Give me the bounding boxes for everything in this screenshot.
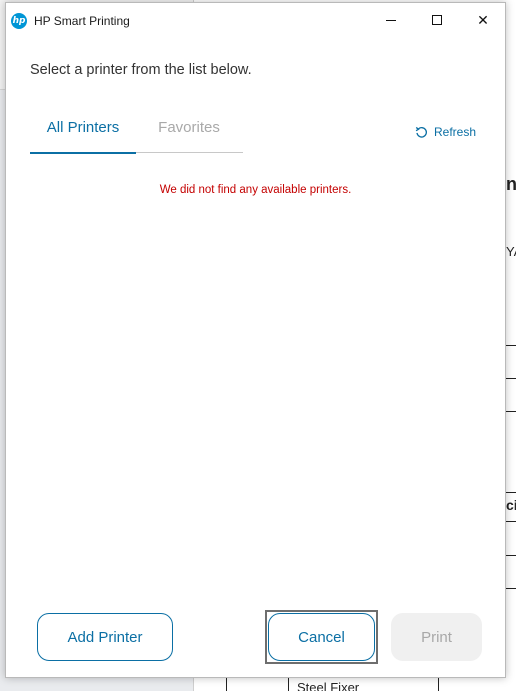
cancel-button[interactable]: Cancel	[268, 613, 375, 661]
refresh-button[interactable]: Refresh	[414, 123, 476, 141]
tab-favorites[interactable]: Favorites	[136, 111, 242, 153]
background-table-line	[506, 555, 516, 556]
print-button[interactable]: Print	[391, 613, 482, 661]
minimize-icon	[386, 19, 396, 21]
background-table-line	[506, 378, 516, 379]
background-table-line	[506, 345, 516, 346]
background-table-line	[438, 678, 439, 691]
maximize-icon	[432, 15, 442, 25]
tab-label: Favorites	[158, 119, 220, 136]
instruction-text: Select a printer from the list below.	[30, 62, 252, 78]
empty-state-message: We did not find any available printers.	[159, 184, 352, 196]
title-bar[interactable]: hp HP Smart Printing ✕	[6, 3, 505, 37]
printer-tabs: All Printers Favorites	[30, 111, 243, 154]
add-printer-button[interactable]: Add Printer	[37, 613, 173, 661]
close-icon: ✕	[477, 11, 489, 28]
background-table-line	[506, 588, 516, 589]
hp-smart-printing-dialog: hp HP Smart Printing ✕ Select a printer …	[5, 2, 506, 678]
background-text: Steel Fixer	[297, 680, 360, 691]
maximize-button[interactable]	[414, 3, 460, 37]
background-text: cit	[506, 497, 516, 513]
background-table-line	[288, 678, 289, 691]
background-text: nt	[506, 174, 516, 194]
background-table-line	[506, 411, 516, 412]
refresh-icon	[415, 126, 427, 138]
background-table-line	[226, 678, 227, 691]
minimize-button[interactable]	[368, 3, 414, 37]
close-button[interactable]: ✕	[460, 3, 506, 37]
background-table-line	[506, 521, 516, 522]
refresh-label: Refresh	[434, 125, 477, 139]
background-text: YA	[506, 244, 516, 259]
tab-all-printers[interactable]: All Printers	[30, 111, 136, 154]
window-title: HP Smart Printing	[34, 14, 130, 28]
background-table-line	[506, 492, 516, 493]
tab-label: All Printers	[46, 119, 120, 136]
hp-logo-icon: hp	[11, 13, 27, 29]
